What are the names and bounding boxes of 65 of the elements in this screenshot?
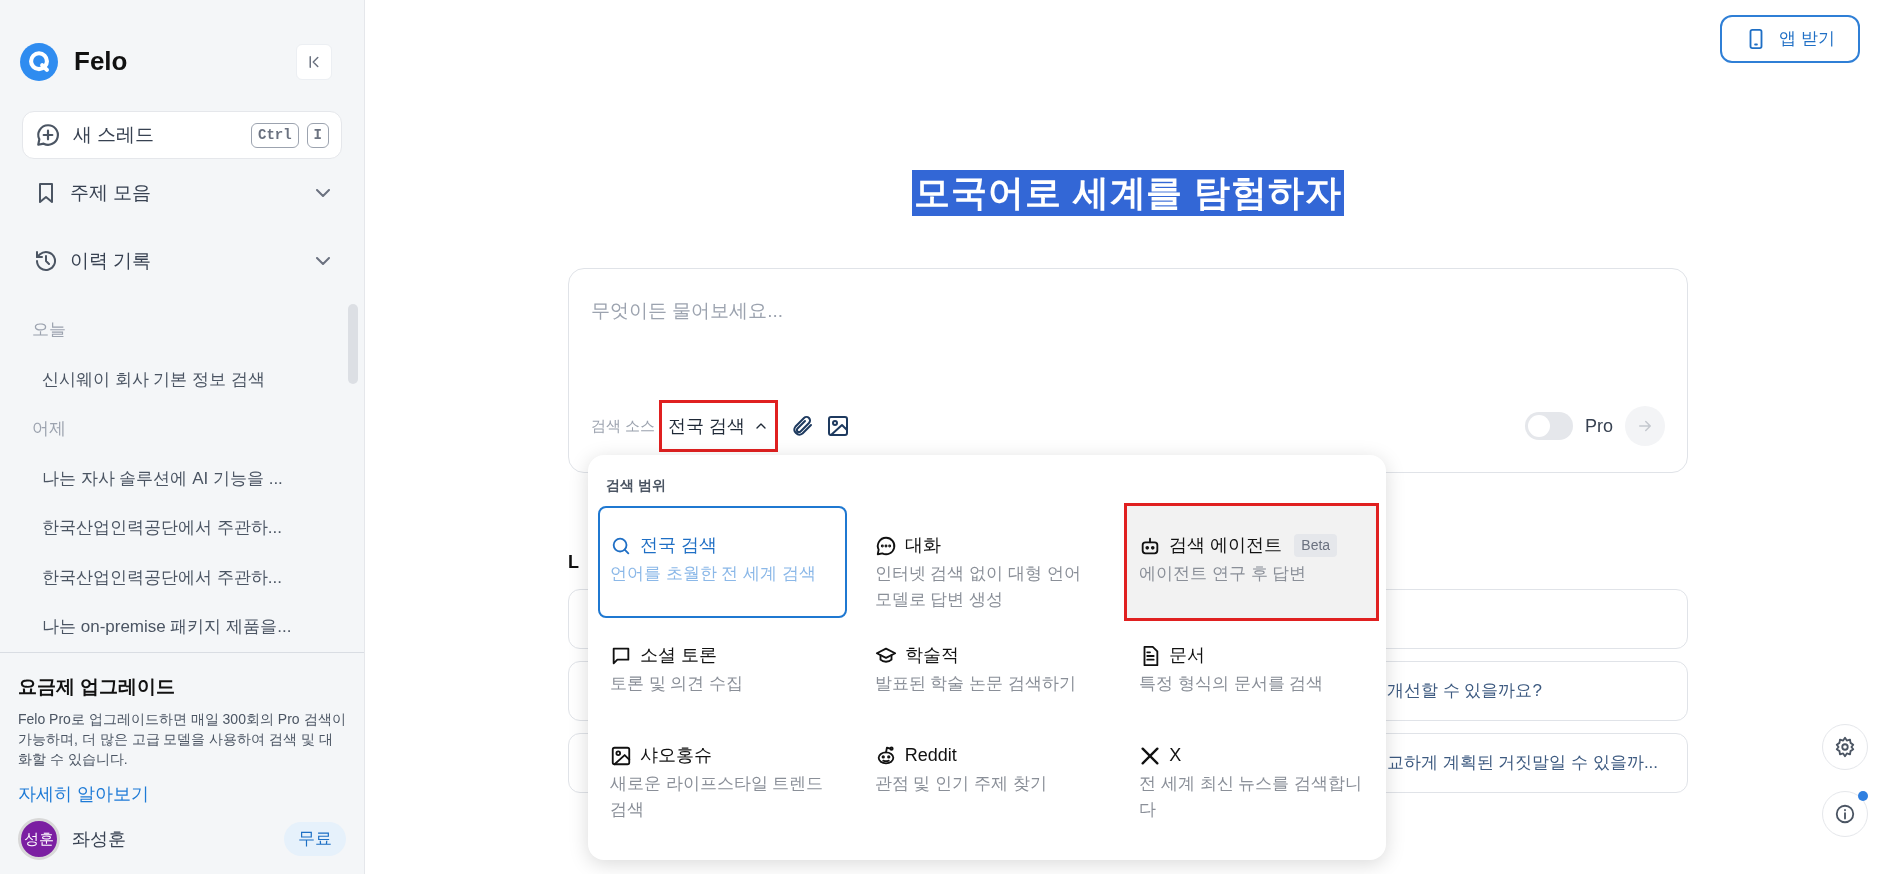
history-icon (34, 249, 58, 274)
pro-label: Pro (1585, 414, 1613, 438)
option-description: 토론 및 의견 수집 (610, 673, 745, 695)
paperclip-icon (790, 414, 815, 438)
suggestion-text: 교하게 계획된 거짓말일 수 있을까... (1387, 752, 1659, 775)
scope-option[interactable]: Reddit 관점 및 인기 주제 찾기 (862, 718, 1112, 818)
option-description: 새로운 라이프스타일 트렌드 검색 (610, 773, 825, 821)
settings-button[interactable] (1822, 724, 1868, 770)
info-button[interactable] (1822, 791, 1868, 837)
shortcut-key: Ctrl (251, 122, 299, 148)
option-description: 특정 형식의 문서를 검색 (1139, 673, 1325, 695)
settings-icon (1834, 736, 1856, 758)
scope-option[interactable]: 전국 검색 언어를 초월한 전 세계 검색 (598, 506, 847, 618)
scope-option[interactable]: 대화 인터넷 검색 없이 대형 언어 모델로 답변 생성 (862, 506, 1112, 618)
plan-badge: 무료 (284, 822, 346, 856)
option-description: 에이전트 연구 후 답변 (1139, 563, 1308, 585)
option-description: 인터넷 검색 없이 대형 언어 모델로 답변 생성 (874, 563, 1082, 611)
collapse-button[interactable] (296, 43, 332, 80)
option-description: 발표된 학술 논문 검색하기 (874, 673, 1077, 695)
history-item[interactable]: 나는 on-premise 패키지 제품을... (32, 602, 332, 652)
scope-option[interactable]: X 전 세계 최신 뉴스를 검색합니다 (1127, 718, 1376, 818)
logo-icon (20, 42, 58, 81)
group-label: 어제 (32, 418, 67, 440)
chat-plus-icon (35, 122, 61, 149)
beta-badge: Beta (1294, 534, 1338, 557)
history-item[interactable]: 나는 자사 솔루션에 AI 기능을 ... (32, 453, 332, 503)
option-description: 언어를 초월한 전 세계 검색 (610, 563, 817, 585)
history-item[interactable]: 신시웨이 회사 기본 정보 검색 (32, 354, 332, 404)
suggestion-text: 개선할 수 있을까요? (1387, 680, 1542, 703)
pro-toggle[interactable] (1525, 412, 1573, 440)
scope-option[interactable]: 학술적 발표된 학술 논문 검색하기 (862, 618, 1112, 718)
option-description: 관점 및 인기 주제 찾기 (874, 773, 1048, 795)
option-description: 전 세계 최신 뉴스를 검색합니다 (1139, 773, 1364, 821)
get-app-button[interactable]: 앱 받기 (1720, 15, 1860, 63)
question-input[interactable]: 무엇이든 물어보세요... (591, 297, 1665, 326)
shortcut-key: I (306, 122, 329, 148)
image-icon (610, 744, 632, 767)
user-name: 좌성훈 (72, 827, 127, 851)
learn-more-link[interactable]: 자세히 알아보기 (18, 781, 346, 808)
scope-option[interactable]: 소셜 토론 토론 및 의견 수집 (598, 618, 847, 718)
image-icon (826, 414, 851, 438)
upgrade-title: 요금제 업그레이드 (18, 674, 177, 699)
nav-item[interactable]: 주제 모음 (22, 159, 342, 228)
attach-button[interactable] (790, 414, 815, 438)
info-icon (1834, 803, 1856, 825)
nav-item[interactable]: 이력 기록 (22, 227, 342, 295)
menu-title: 검색 범위 (605, 476, 667, 495)
user-avatar: 성훈 (18, 818, 60, 860)
source-dropdown-button[interactable]: 전국 검색 (659, 400, 779, 452)
headline: 모국어로 세계를 탐험하자 (912, 170, 1344, 216)
upgrade-description: Felo Pro로 업그레이드하면 매일 300회의 Pro 검색이 가능하며, 더 많은 고급 모델을 사용하여 검색 및 대화할 수 있습니다. (18, 710, 346, 769)
x-logo-icon (1139, 744, 1162, 767)
image-upload-button[interactable] (826, 414, 851, 438)
chat-bubble-icon (874, 534, 897, 557)
section-heading: L (568, 551, 579, 574)
source-label: 검색 소스 (591, 415, 656, 436)
history-item[interactable]: 한국산업인력공단에서 주관하... (32, 503, 332, 553)
scope-option[interactable]: 문서 특정 형식의 문서를 검색 (1127, 618, 1376, 718)
history-item[interactable]: 한국산업인력공단에서 주관하... (32, 552, 332, 602)
brand-name: Felo (74, 45, 128, 78)
scrollbar-thumb[interactable] (348, 304, 358, 384)
scope-option[interactable]: 샤오홍슈 새로운 라이프스타일 트렌드 검색 (598, 718, 847, 818)
new-thread-button[interactable]: 새 스레드 Ctrl I (22, 111, 342, 160)
scope-option[interactable]: 검색 에이전트 Beta 에이전트 연구 후 답변 (1127, 506, 1376, 618)
group-label: 오늘 (32, 319, 67, 341)
